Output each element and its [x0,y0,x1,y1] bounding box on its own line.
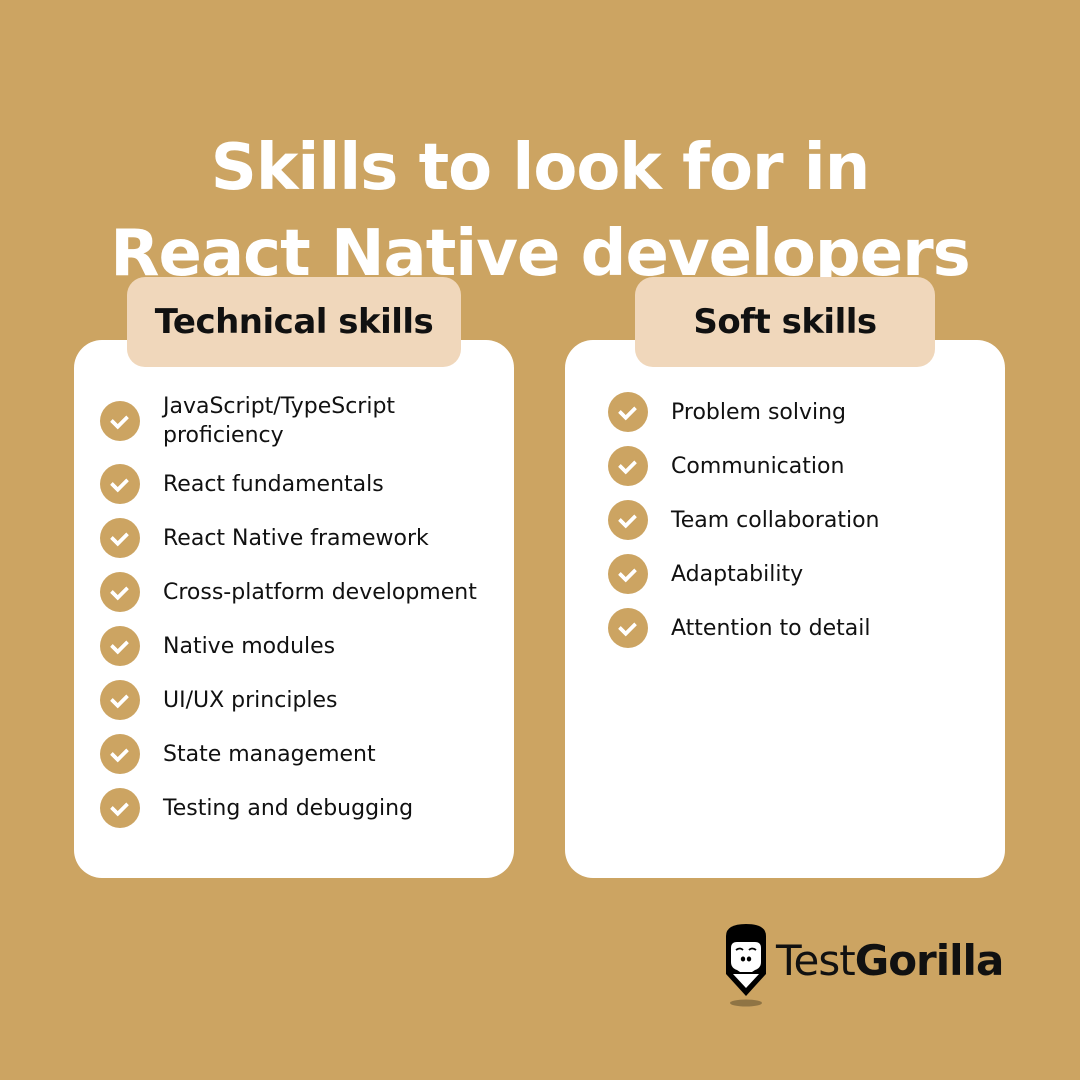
list-item: Adaptability [608,554,988,594]
technical-skills-heading: Technical skills [127,277,461,367]
check-circle-icon [100,734,140,774]
brand-name: TestGorilla [776,935,1005,985]
check-circle-icon [608,392,648,432]
check-circle-icon [100,401,140,441]
list-item: UI/UX principles [100,680,500,720]
gorilla-pencil-logo-icon [726,924,766,1007]
skill-label: Communication [671,453,845,479]
soft-skills-heading: Soft skills [635,277,935,367]
skill-label: Testing and debugging [163,795,414,821]
list-item: Attention to detail [608,608,988,648]
brand-name-bold: Gorilla [854,935,1005,985]
skill-label: React fundamentals [163,471,384,497]
list-item: JavaScript/TypeScript proficiency [100,392,500,450]
check-circle-icon [100,680,140,720]
skill-label: Attention to detail [671,615,871,641]
skill-label: Problem solving [671,399,847,425]
list-item: Cross-platform development [100,572,500,612]
skill-label: UI/UX principles [163,687,338,713]
skill-label: JavaScript/TypeScript proficiency [163,394,396,448]
soft-skills-list: Problem solving Communication Team colla… [608,392,988,662]
list-item: Problem solving [608,392,988,432]
list-item: Team collaboration [608,500,988,540]
list-item: React Native framework [100,518,500,558]
list-item: Native modules [100,626,500,666]
skill-label: Cross-platform development [163,579,477,605]
list-item: Testing and debugging [100,788,500,828]
list-item: React fundamentals [100,464,500,504]
technical-skills-list: JavaScript/TypeScript proficiency React … [100,392,500,842]
testgorilla-logo: TestGorilla [724,922,1005,1008]
check-circle-icon [100,626,140,666]
skill-label: Team collaboration [671,507,880,533]
check-circle-icon [100,788,140,828]
brand-name-light: Test [776,935,856,985]
check-circle-icon [608,446,648,486]
skill-label: Native modules [163,633,336,659]
list-item: State management [100,734,500,774]
page-title: Skills to look for in React Native devel… [0,125,1080,297]
check-circle-icon [100,464,140,504]
check-circle-icon [100,572,140,612]
list-item: Communication [608,446,988,486]
check-circle-icon [608,554,648,594]
skill-label: React Native framework [163,525,429,551]
check-circle-icon [608,608,648,648]
skill-label: State management [163,741,376,767]
title-line-1: Skills to look for in [210,130,871,205]
check-circle-icon [100,518,140,558]
skill-label: Adaptability [671,561,804,587]
check-circle-icon [608,500,648,540]
